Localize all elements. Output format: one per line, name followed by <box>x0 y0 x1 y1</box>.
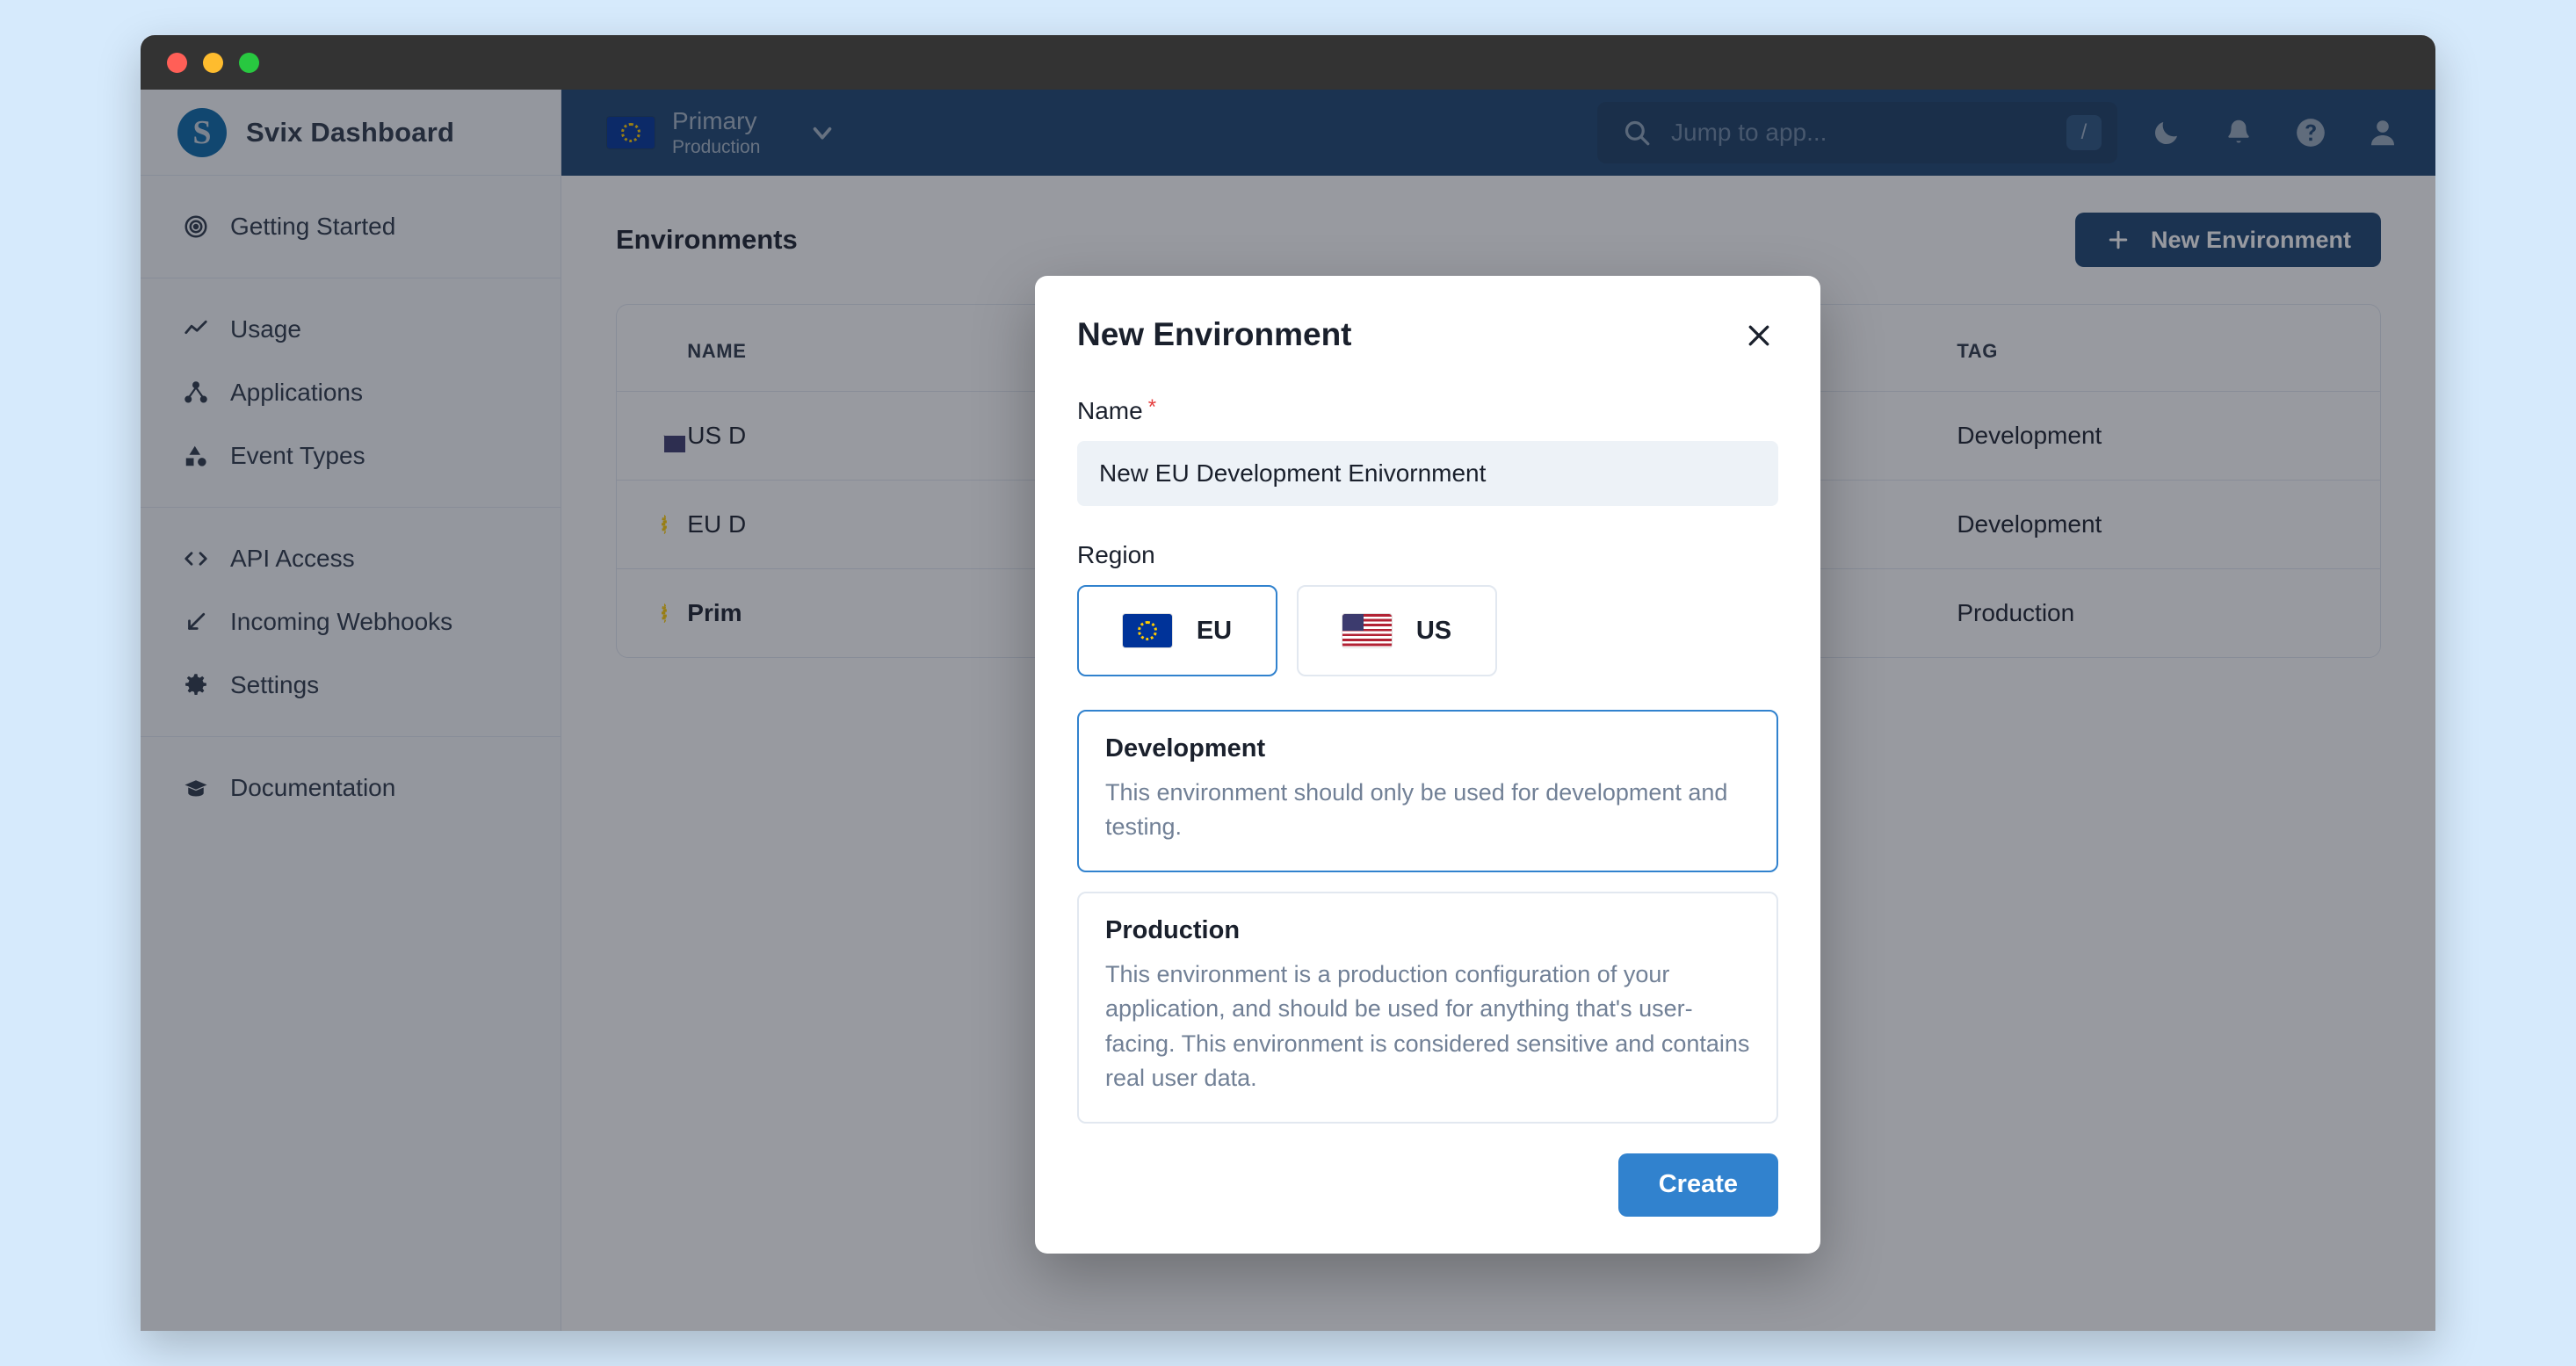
new-environment-modal: New Environment Name * Region <box>1035 276 1820 1254</box>
environment-type-development[interactable]: Development This environment should only… <box>1077 710 1778 873</box>
region-option-eu[interactable]: EU <box>1077 585 1277 676</box>
us-flag-icon <box>1342 614 1392 647</box>
region-option-label: US <box>1415 616 1452 645</box>
close-window-button[interactable] <box>167 52 187 73</box>
type-card-title: Development <box>1105 734 1266 763</box>
region-selector: EU US <box>1077 585 1778 676</box>
create-button[interactable]: Create <box>1617 1153 1778 1217</box>
region-option-label: EU <box>1196 616 1233 645</box>
app-shell: S Svix Dashboard Getting Started Usage A… <box>141 90 2435 1331</box>
maximize-window-button[interactable] <box>239 52 259 73</box>
region-label-text: Region <box>1077 541 1155 568</box>
close-icon[interactable] <box>1740 316 1778 355</box>
modal-header: New Environment <box>1077 316 1778 355</box>
region-field-label: Region <box>1077 541 1778 569</box>
name-field-label: Name * <box>1077 397 1778 425</box>
required-marker: * <box>1147 395 1157 419</box>
type-card-description: This environment is a production configu… <box>1105 961 1750 1091</box>
environment-type-production[interactable]: Production This environment is a product… <box>1077 892 1778 1124</box>
modal-title: New Environment <box>1077 316 1352 352</box>
type-card-description: This environment should only be used for… <box>1105 779 1728 841</box>
desktop-background: S Svix Dashboard Getting Started Usage A… <box>0 0 2576 1366</box>
app-window: S Svix Dashboard Getting Started Usage A… <box>141 35 2435 1331</box>
window-titlebar <box>141 35 2435 90</box>
name-label-text: Name <box>1077 397 1143 424</box>
eu-flag-icon <box>1122 614 1172 647</box>
type-card-title: Production <box>1105 916 1241 945</box>
region-option-us[interactable]: US <box>1297 585 1497 676</box>
minimize-window-button[interactable] <box>203 52 223 73</box>
modal-footer: Create <box>1077 1153 1778 1217</box>
environment-name-input[interactable] <box>1077 441 1778 506</box>
